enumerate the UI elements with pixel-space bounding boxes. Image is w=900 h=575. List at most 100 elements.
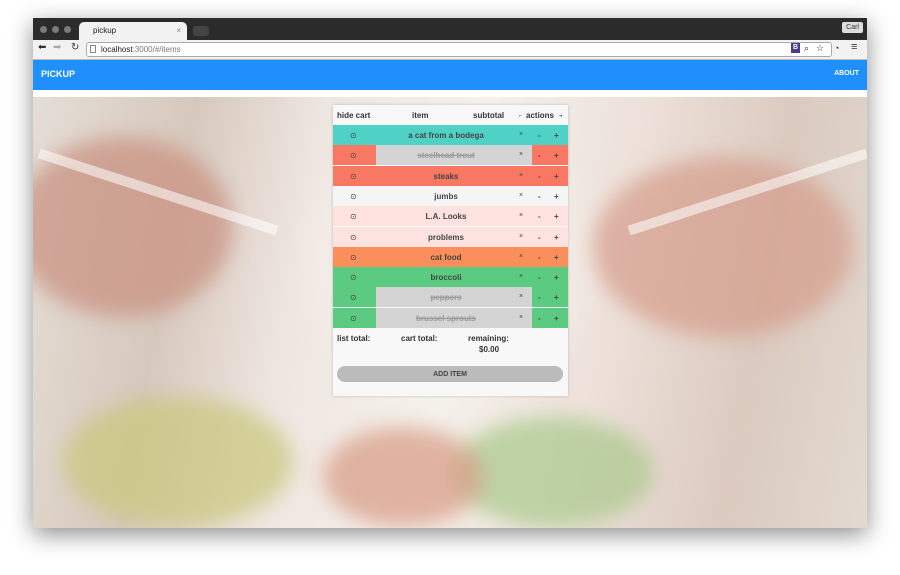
header-hide-cart[interactable]: hide cart	[337, 111, 370, 120]
browser-window: pickup × Carl ⬅ ➡ ↻ localhost:3000/#/ite…	[33, 18, 867, 528]
delete-icon[interactable]: ×	[519, 273, 523, 280]
add-item-button[interactable]: ADD ITEM	[337, 366, 563, 382]
increment-button[interactable]: +	[554, 131, 559, 140]
item-name[interactable]: problems	[376, 233, 516, 242]
increment-button[interactable]: +	[554, 233, 559, 242]
item-name[interactable]: steelhead trout	[376, 151, 516, 160]
clock-icon[interactable]: ⊙	[350, 253, 357, 262]
hide-toggle[interactable]: ⊙	[333, 165, 376, 186]
hide-toggle[interactable]: ⊙	[333, 206, 376, 227]
hide-toggle[interactable]: ⊙	[333, 267, 376, 288]
hide-toggle[interactable]: ⊙	[333, 307, 376, 328]
decrement-button[interactable]: -	[538, 212, 541, 221]
tab-close-icon[interactable]: ×	[176, 22, 181, 40]
decrement-button[interactable]: -	[538, 273, 541, 282]
increment-button[interactable]: +	[554, 273, 559, 282]
clock-icon[interactable]: ⊙	[350, 172, 357, 181]
back-icon[interactable]: ⬅	[38, 42, 46, 53]
remaining-label: remaining:	[468, 334, 509, 343]
browser-tab[interactable]: pickup ×	[79, 22, 187, 40]
collapse-left-icon[interactable]: ⌐	[519, 113, 522, 119]
forward-icon[interactable]: ➡	[53, 42, 61, 53]
delete-icon[interactable]: ×	[519, 253, 523, 260]
decrement-button[interactable]: -	[538, 253, 541, 262]
increment-button[interactable]: +	[554, 314, 559, 323]
delete-icon[interactable]: ×	[519, 131, 523, 138]
menu-icon[interactable]: ≡	[851, 41, 857, 53]
hide-toggle[interactable]: ⊙	[333, 287, 376, 308]
clock-icon[interactable]: ⊙	[350, 192, 357, 201]
bookmark-star-icon[interactable]: ☆	[816, 43, 824, 54]
delete-icon[interactable]: ×	[519, 192, 523, 199]
item-name[interactable]: a cat from a bodega	[376, 131, 516, 140]
delete-cell: ×	[515, 125, 532, 145]
clock-icon[interactable]: ⊙	[350, 151, 357, 160]
item-name[interactable]: steaks	[376, 172, 516, 181]
increment-button[interactable]: +	[554, 151, 559, 160]
decrement-button[interactable]: -	[538, 151, 541, 160]
item-name[interactable]: jumbs	[376, 192, 516, 201]
address-bar[interactable]: localhost:3000/#/items	[86, 42, 832, 57]
item-name[interactable]: peppers	[376, 293, 516, 302]
clock-icon[interactable]: ⊙	[350, 233, 357, 242]
close-dot[interactable]	[40, 26, 47, 33]
increment-button[interactable]: +	[554, 192, 559, 201]
increment-button[interactable]: +	[554, 293, 559, 302]
increment-button[interactable]: +	[554, 212, 559, 221]
decrement-button[interactable]: -	[538, 131, 541, 140]
clock-icon[interactable]: ⊙	[350, 293, 357, 302]
decrement-button[interactable]: -	[538, 293, 541, 302]
reload-icon[interactable]: ↻	[71, 42, 79, 53]
item-cell: cat food$8.00	[376, 246, 541, 267]
item-cell: broccoli$1.00	[376, 267, 541, 288]
delete-icon[interactable]: ×	[519, 172, 523, 179]
about-link[interactable]: ABOUT	[834, 70, 859, 77]
collapse-right-icon[interactable]: ¬	[559, 113, 562, 119]
decrement-button[interactable]: -	[538, 172, 541, 181]
profile-button[interactable]: Carl	[842, 22, 863, 33]
actions-cell: - +	[532, 145, 568, 166]
actions-cell: - +	[532, 125, 568, 145]
table-row: ⊙peppers$4.77×-+	[333, 287, 568, 308]
table-row: ⊙L.A. Looks$2.99×-+	[333, 206, 568, 227]
table-row: ⊙steaks$17.98×-+	[333, 165, 568, 186]
delete-icon[interactable]: ×	[519, 151, 523, 158]
cart-total-label: cart total:	[401, 334, 438, 343]
brand-logo[interactable]: PICKUP	[41, 69, 75, 79]
list-total-label: list total:	[337, 334, 371, 343]
delete-icon[interactable]: ×	[519, 212, 523, 219]
clock-icon[interactable]: ⊙	[350, 314, 357, 323]
increment-button[interactable]: +	[554, 253, 559, 262]
hide-toggle[interactable]: ⊙	[333, 246, 376, 267]
increment-button[interactable]: +	[554, 172, 559, 181]
decrement-button[interactable]: -	[538, 233, 541, 242]
hide-toggle[interactable]: ⊙	[333, 145, 376, 166]
actions-cell: - +	[532, 246, 568, 267]
item-name[interactable]: L.A. Looks	[376, 212, 516, 221]
actions-cell: - +	[532, 165, 568, 186]
extension-b-icon[interactable]: B	[791, 43, 801, 53]
delete-icon[interactable]: ×	[519, 233, 523, 240]
delete-cell: ×	[515, 267, 532, 288]
background-image: hide cart item subtotal ⌐ actions ¬ ⊙ a c…	[33, 97, 867, 528]
hide-toggle[interactable]: ⊙	[333, 125, 376, 145]
extension-clock-icon[interactable]: ◔	[834, 43, 839, 53]
item-name[interactable]: cat food	[376, 253, 516, 262]
zoom-dot[interactable]	[64, 26, 71, 33]
clock-icon[interactable]: ⊙	[350, 273, 357, 282]
table-row: ⊙jumbs$0.00×-+	[333, 185, 568, 206]
minimize-dot[interactable]	[52, 26, 59, 33]
clock-icon[interactable]: ⊙	[350, 131, 357, 140]
decrement-button[interactable]: -	[538, 314, 541, 323]
item-name[interactable]: brussel sprouts	[376, 314, 516, 323]
clock-icon[interactable]: ⊙	[350, 212, 357, 221]
item-name[interactable]: broccoli	[376, 273, 516, 282]
tab-title: pickup	[93, 26, 117, 35]
hide-toggle[interactable]: ⊙	[333, 226, 376, 247]
search-icon[interactable]: ⌕	[804, 43, 809, 54]
decrement-button[interactable]: -	[538, 192, 541, 201]
delete-icon[interactable]: ×	[519, 293, 523, 300]
delete-icon[interactable]: ×	[519, 314, 523, 321]
new-tab-button[interactable]	[193, 26, 209, 36]
hide-toggle[interactable]: ⊙	[333, 185, 376, 206]
